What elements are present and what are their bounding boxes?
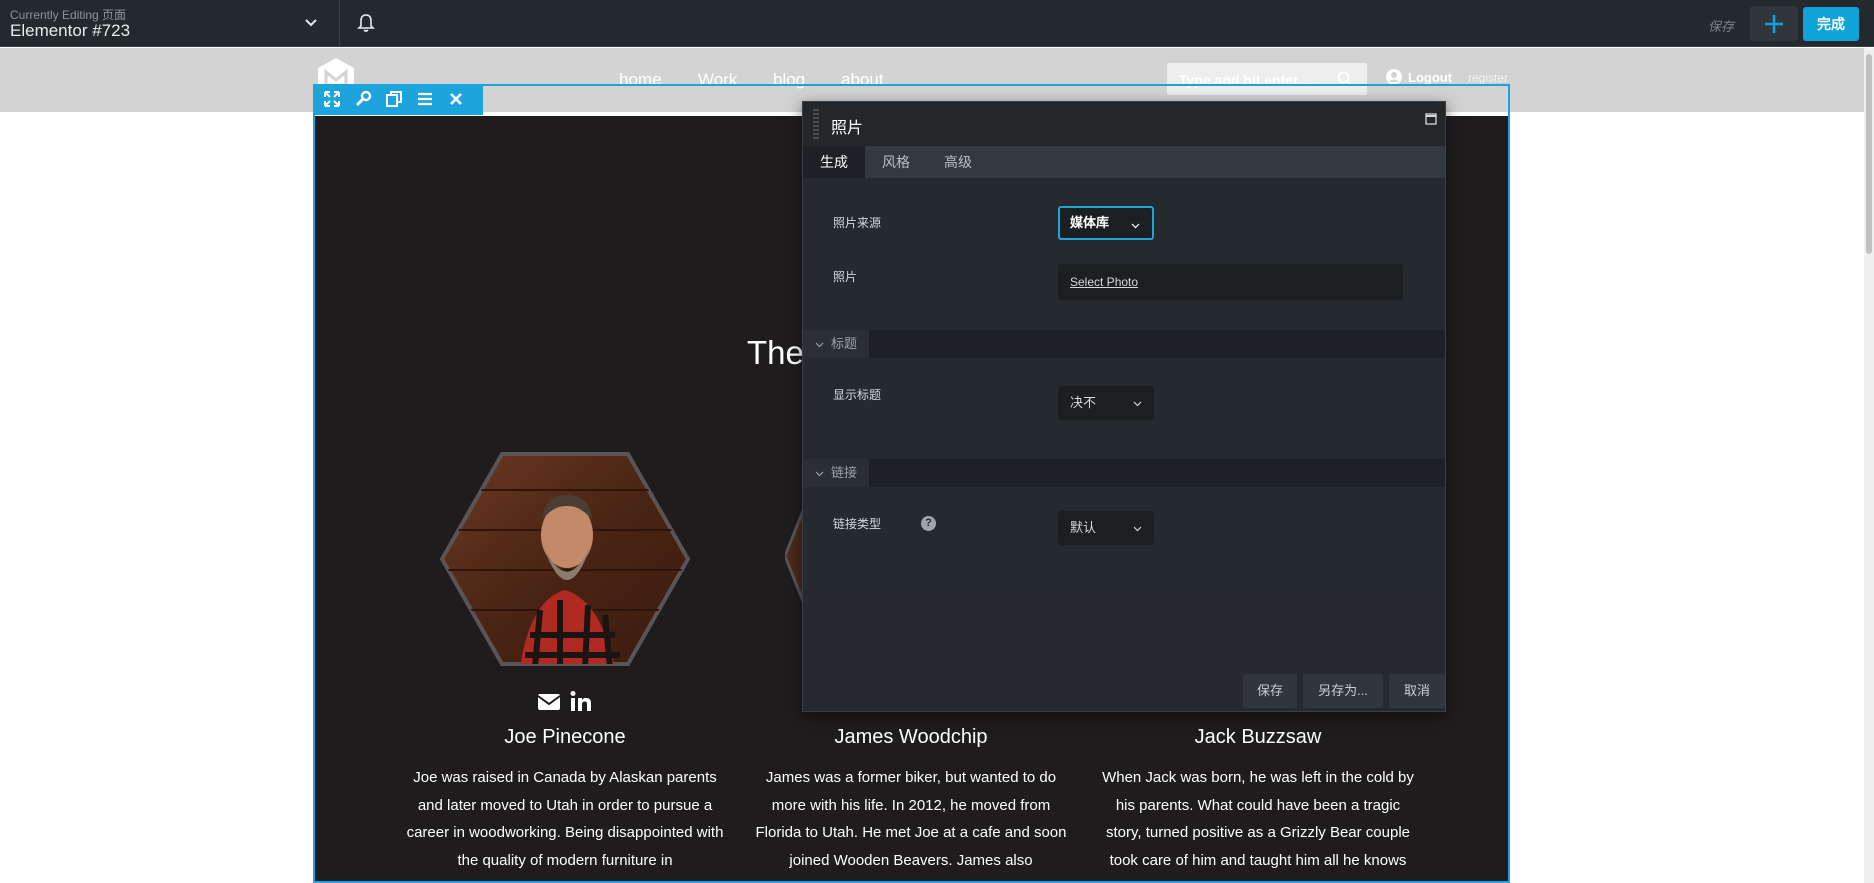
caption-section-header[interactable]: 标题	[803, 330, 1445, 358]
link-section-label: 链接	[803, 459, 869, 487]
caption-settings-block: 显示标题 决不	[803, 358, 1445, 453]
register-link[interactable]: register	[1468, 71, 1508, 85]
tab-general[interactable]: 生成	[803, 146, 865, 178]
plus-icon	[1765, 15, 1783, 33]
photo-source-select[interactable]: 媒体库	[1058, 206, 1154, 240]
member-bio: When Jack was born, he was left in the c…	[1102, 769, 1414, 869]
chevron-down-icon	[1131, 223, 1140, 229]
add-element-button[interactable]	[1750, 6, 1798, 41]
save-as-button[interactable]: 另存为...	[1303, 674, 1383, 708]
panel-title: 照片	[831, 120, 864, 137]
show-caption-label: 显示标题	[833, 388, 882, 402]
currently-editing-switcher[interactable]: Currently Editing 页面 Elementor #723	[0, 0, 340, 47]
caption-section-label: 标题	[803, 330, 869, 358]
section-toolbar	[313, 84, 483, 115]
panel-tabs: 生成 风格 高级	[803, 146, 1445, 178]
member-name: Jack Buzzsaw	[1194, 726, 1322, 748]
save-link[interactable]: 保存	[1708, 16, 1734, 35]
link-type-label-text: 链接类型	[833, 517, 882, 531]
logout-link[interactable]: Logout	[1408, 70, 1452, 85]
panel-body: 照片来源 媒体库 照片 Select Photo 标题 显示标题 决不 链接 链…	[803, 178, 1445, 711]
member-name: James Woodchip	[834, 726, 988, 748]
page-scrollbar[interactable]	[1864, 48, 1874, 883]
drag-handle-icon[interactable]	[813, 108, 819, 140]
photo-select-field[interactable]: Select Photo	[1058, 264, 1403, 300]
member-bio: James was a former biker, but wanted to …	[755, 769, 1067, 869]
link-type-select[interactable]: 默认	[1058, 511, 1154, 545]
maximize-icon[interactable]	[1425, 113, 1437, 125]
show-caption-select[interactable]: 决不	[1058, 386, 1154, 420]
photo-source-label: 照片来源	[833, 216, 882, 230]
menu-icon[interactable]	[416, 90, 434, 108]
duplicate-icon[interactable]	[385, 90, 403, 108]
link-type-label: 链接类型 ?	[833, 515, 943, 532]
chevron-down-icon	[1133, 526, 1142, 532]
member-name: Joe Pinecone	[504, 726, 626, 748]
tab-style[interactable]: 风格	[865, 146, 927, 178]
editor-top-bar: Currently Editing 页面 Elementor #723 保存 完…	[0, 0, 1874, 47]
photo-label: 照片	[833, 270, 858, 284]
help-icon[interactable]: ?	[921, 516, 936, 531]
link-section-header[interactable]: 链接	[803, 459, 1445, 487]
document-name: Elementor #723	[10, 21, 131, 40]
linkedin-icon[interactable]	[570, 690, 592, 712]
save-button[interactable]: 保存	[1243, 674, 1297, 708]
bell-icon[interactable]	[355, 12, 377, 34]
chevron-down-icon	[815, 342, 824, 348]
tab-advanced[interactable]: 高级	[927, 146, 989, 178]
link-settings-block: 链接类型 ? 默认	[803, 487, 1445, 582]
team-member-photo	[440, 452, 690, 666]
user-icon	[1386, 69, 1402, 85]
envelope-icon[interactable]	[537, 692, 561, 712]
expand-icon[interactable]	[323, 90, 341, 108]
editor-window: Currently Editing 页面 Elementor #723 保存 完…	[0, 0, 1874, 883]
photo-source-value: 媒体库	[1070, 215, 1110, 230]
close-icon[interactable]	[447, 90, 465, 108]
photo-settings-panel: 照片 生成 风格 高级 照片来源 媒体库 照片 Select Photo 标题	[802, 101, 1446, 712]
done-button[interactable]: 完成	[1803, 7, 1859, 41]
member-bio: Joe was raised in Canada by Alaskan pare…	[406, 769, 724, 869]
show-caption-value: 决不	[1070, 395, 1097, 410]
photo-settings-block: 照片来源 媒体库 照片 Select Photo	[803, 178, 1445, 328]
chevron-down-icon	[815, 471, 824, 477]
select-photo-link[interactable]: Select Photo	[1070, 275, 1138, 289]
section-heading: The	[747, 334, 804, 371]
cancel-button[interactable]: 取消	[1389, 674, 1445, 708]
wrench-icon[interactable]	[354, 90, 372, 108]
panel-header[interactable]: 照片	[803, 102, 1445, 146]
link-type-value: 默认	[1070, 520, 1097, 535]
chevron-down-icon	[1133, 401, 1142, 407]
chevron-down-icon[interactable]	[302, 13, 320, 31]
scrollbar-thumb[interactable]	[1866, 54, 1872, 254]
